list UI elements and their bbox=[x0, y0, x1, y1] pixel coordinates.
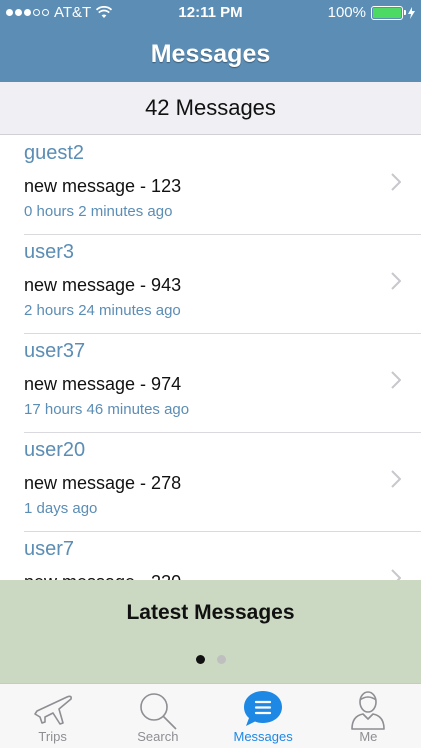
page-dot[interactable] bbox=[216, 655, 226, 664]
message-count-header: 42 Messages bbox=[0, 82, 421, 135]
tab-label: Trips bbox=[38, 729, 67, 744]
sender-name: user3 bbox=[24, 241, 75, 263]
tab-bar: Trips Search Messages Me bbox=[0, 683, 421, 748]
chevron-right-icon bbox=[391, 569, 401, 580]
message-text: new message - 974 bbox=[24, 374, 182, 394]
message-row[interactable]: user37 new message - 974 17 hours 46 min… bbox=[24, 334, 421, 433]
message-row[interactable]: user3 new message - 943 2 hours 24 minut… bbox=[24, 235, 421, 334]
message-count: 42 Messages bbox=[145, 95, 276, 120]
person-icon bbox=[351, 691, 386, 730]
tab-search[interactable]: Search bbox=[105, 684, 210, 748]
chevron-right-icon bbox=[391, 371, 401, 389]
latest-messages-title: Latest Messages bbox=[126, 601, 295, 624]
messages-icon bbox=[244, 691, 283, 726]
message-row[interactable]: user7 new message - 230 bbox=[24, 532, 421, 580]
status-right: 100% bbox=[328, 4, 415, 21]
sender-name: user37 bbox=[24, 340, 86, 362]
battery-percent: 100% bbox=[327, 4, 366, 21]
message-text: new message - 278 bbox=[24, 473, 182, 493]
message-row[interactable]: user20 new message - 278 1 days ago bbox=[24, 433, 421, 532]
chevron-right-icon bbox=[391, 173, 401, 191]
message-text: new message - 943 bbox=[24, 275, 182, 295]
page-indicator[interactable] bbox=[0, 655, 421, 664]
charging-icon bbox=[408, 6, 415, 19]
message-time: 0 hours 2 minutes ago bbox=[24, 203, 173, 220]
chevron-right-icon bbox=[391, 272, 401, 290]
status-bar: AT&T 12:11 PM 100% bbox=[0, 0, 421, 26]
airplane-icon bbox=[33, 695, 72, 725]
tab-label: Search bbox=[137, 729, 179, 744]
tab-trips[interactable]: Trips bbox=[0, 684, 105, 748]
message-time: 2 hours 24 minutes ago bbox=[24, 302, 181, 319]
message-time: 1 days ago bbox=[24, 500, 98, 517]
message-text: new message - 123 bbox=[24, 176, 182, 196]
tab-me[interactable]: Me bbox=[316, 684, 421, 748]
message-row[interactable]: guest2 new message - 123 0 hours 2 minut… bbox=[24, 136, 421, 235]
sender-name: guest2 bbox=[24, 142, 85, 164]
message-text: new message - 230 bbox=[24, 572, 181, 580]
message-time: 17 hours 46 minutes ago bbox=[24, 401, 190, 418]
message-list[interactable]: guest2 new message - 123 0 hours 2 minut… bbox=[0, 136, 421, 580]
navigation-bar: Messages bbox=[0, 26, 421, 82]
tab-label: Messages bbox=[233, 729, 293, 744]
chevron-right-icon bbox=[391, 470, 401, 488]
battery-icon bbox=[371, 5, 406, 20]
latest-messages-panel[interactable]: Latest Messages bbox=[0, 580, 421, 683]
sender-name: user7 bbox=[24, 538, 75, 560]
tab-label: Me bbox=[359, 729, 378, 744]
search-icon bbox=[140, 693, 177, 730]
sender-name: user20 bbox=[24, 439, 86, 461]
page-title: Messages bbox=[150, 39, 271, 68]
tab-messages[interactable]: Messages bbox=[211, 684, 316, 748]
page-dot-active[interactable] bbox=[195, 655, 205, 664]
